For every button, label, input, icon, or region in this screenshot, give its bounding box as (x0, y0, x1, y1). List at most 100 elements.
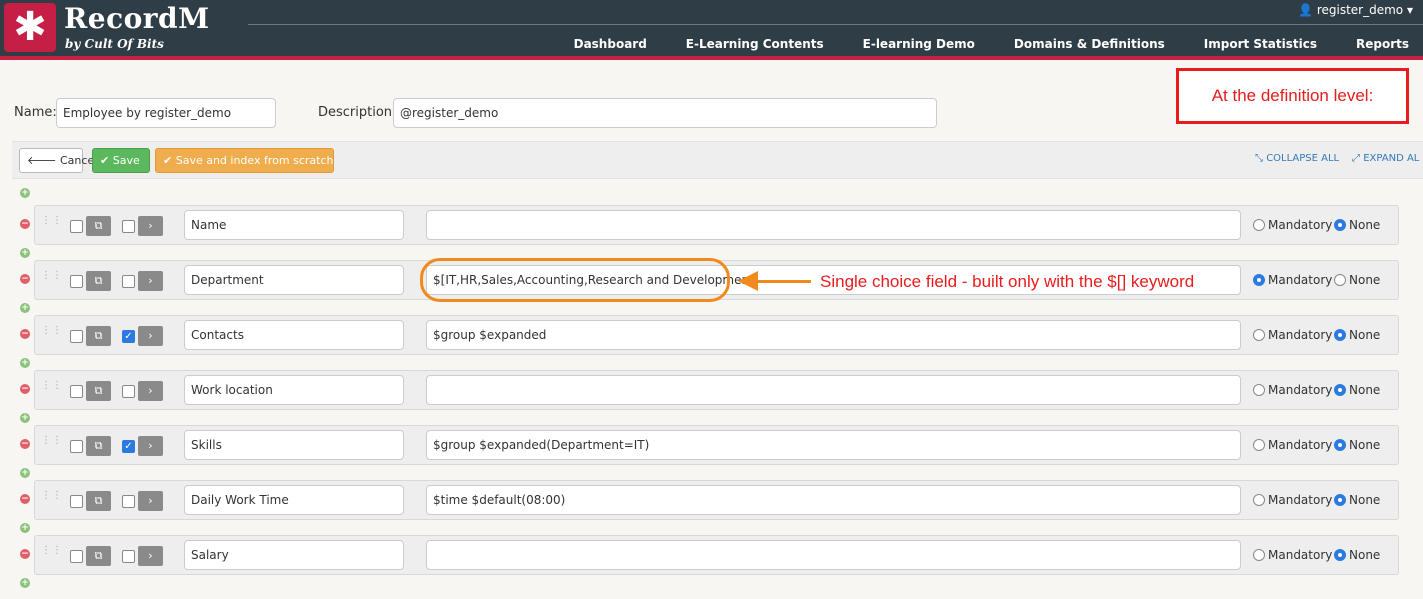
expand-checkbox[interactable] (122, 385, 135, 398)
add-field-icon[interactable]: + (20, 578, 30, 588)
mandatory-radio[interactable] (1253, 494, 1265, 506)
nav-elearning-demo[interactable]: E-learning Demo (863, 37, 975, 51)
nav-domains-definitions[interactable]: Domains & Definitions (1014, 37, 1165, 51)
drag-handle-icon[interactable]: ⋮⋮ (41, 216, 62, 232)
expand-checkbox[interactable] (122, 550, 135, 563)
expand-all-link[interactable]: ⤢ EXPAND AL (1352, 153, 1419, 164)
remove-field-icon[interactable]: − (20, 439, 30, 449)
field-definition-input[interactable] (426, 540, 1241, 570)
duplicate-button[interactable]: ⧉ (86, 491, 111, 511)
main-nav: Dashboard E-Learning Contents E-learning… (535, 37, 1409, 51)
add-field-icon[interactable]: + (20, 358, 30, 368)
remove-field-icon[interactable]: − (20, 384, 30, 394)
add-field-icon[interactable]: + (20, 468, 30, 478)
header-divider (248, 24, 1423, 25)
save-button[interactable]: ✔ Save (92, 148, 150, 173)
mandatory-radio[interactable] (1253, 439, 1265, 451)
expand-field-button[interactable]: › (138, 216, 163, 236)
field-definition-input[interactable]: $group $expanded(Department=IT) (426, 430, 1241, 460)
none-radio[interactable] (1334, 549, 1346, 561)
drag-handle-icon[interactable]: ⋮⋮ (41, 546, 62, 562)
field-name-input[interactable]: Contacts (184, 320, 404, 350)
field-definition-input[interactable] (426, 375, 1241, 405)
expand-field-button[interactable]: › (138, 436, 163, 456)
nav-dashboard[interactable]: Dashboard (574, 37, 647, 51)
drag-handle-icon[interactable]: ⋮⋮ (41, 271, 62, 287)
field-definition-input[interactable] (426, 210, 1241, 240)
none-radio[interactable] (1334, 329, 1346, 341)
check-icon: ✔ (163, 154, 173, 167)
field-name-input[interactable]: Name (184, 210, 404, 240)
duplicate-button[interactable]: ⧉ (86, 271, 111, 291)
expand-field-button[interactable]: › (138, 491, 163, 511)
expand-checkbox[interactable] (122, 220, 135, 233)
expand-field-button[interactable]: › (138, 381, 163, 401)
nav-elearning-contents[interactable]: E-Learning Contents (686, 37, 824, 51)
select-checkbox[interactable] (70, 220, 83, 233)
drag-handle-icon[interactable]: ⋮⋮ (41, 491, 62, 507)
none-radio[interactable] (1334, 494, 1346, 506)
drag-handle-icon[interactable]: ⋮⋮ (41, 381, 62, 397)
none-radio[interactable] (1334, 219, 1346, 231)
none-radio[interactable] (1334, 439, 1346, 451)
cancel-button[interactable]: 🡐 Cancel (19, 148, 97, 173)
expand-checkbox[interactable]: ✓ (122, 440, 135, 453)
select-checkbox[interactable] (70, 440, 83, 453)
expand-icon: ⤢ (1352, 153, 1360, 164)
expand-field-button[interactable]: › (138, 326, 163, 346)
drag-handle-icon[interactable]: ⋮⋮ (41, 436, 62, 452)
none-radio[interactable] (1334, 274, 1346, 286)
select-checkbox[interactable] (70, 330, 83, 343)
field-name-input[interactable]: Work location (184, 375, 404, 405)
add-field-icon[interactable]: + (20, 188, 30, 198)
mandatory-radio[interactable] (1253, 384, 1265, 396)
save-and-index-button[interactable]: ✔ Save and index from scratch (155, 148, 334, 173)
remove-field-icon[interactable]: − (20, 274, 30, 284)
drag-handle-icon[interactable]: ⋮⋮ (41, 326, 62, 342)
field-definition-input[interactable]: $group $expanded (426, 320, 1241, 350)
mandatory-radio[interactable] (1253, 329, 1265, 341)
field-name-input[interactable]: Salary (184, 540, 404, 570)
field-definition-input[interactable]: $time $default(08:00) (426, 485, 1241, 515)
remove-field-icon[interactable]: − (20, 329, 30, 339)
mandatory-radio[interactable] (1253, 274, 1265, 286)
annotation-single-choice: Single choice field - built only with th… (820, 272, 1195, 291)
description-input[interactable]: @register_demo (393, 98, 937, 128)
name-input[interactable]: Employee by register_demo (56, 98, 276, 128)
none-label: None (1349, 328, 1381, 342)
remove-field-icon[interactable]: − (20, 494, 30, 504)
none-radio[interactable] (1334, 384, 1346, 396)
duplicate-button[interactable]: ⧉ (86, 381, 111, 401)
add-field-icon[interactable]: + (20, 523, 30, 533)
app-logo[interactable]: ✱ (4, 3, 56, 52)
annotation-arrow-line (755, 280, 811, 283)
user-menu[interactable]: 👤 register_demo ▾ (1298, 3, 1413, 17)
collapse-all-link[interactable]: ⤡ COLLAPSE ALL (1255, 153, 1339, 164)
select-checkbox[interactable] (70, 550, 83, 563)
mandatory-radio[interactable] (1253, 219, 1265, 231)
add-field-icon[interactable]: + (20, 248, 30, 258)
expand-field-button[interactable]: › (138, 546, 163, 566)
remove-field-icon[interactable]: − (20, 549, 30, 559)
select-checkbox[interactable] (70, 385, 83, 398)
select-checkbox[interactable] (70, 495, 83, 508)
add-field-icon[interactable]: + (20, 303, 30, 313)
mandatory-radio[interactable] (1253, 549, 1265, 561)
expand-checkbox[interactable]: ✓ (122, 330, 135, 343)
duplicate-button[interactable]: ⧉ (86, 546, 111, 566)
field-name-input[interactable]: Daily Work Time (184, 485, 404, 515)
field-name-input[interactable]: Skills (184, 430, 404, 460)
select-checkbox[interactable] (70, 275, 83, 288)
duplicate-button[interactable]: ⧉ (86, 216, 111, 236)
none-label: None (1349, 273, 1381, 287)
nav-reports[interactable]: Reports (1356, 37, 1409, 51)
duplicate-button[interactable]: ⧉ (86, 436, 111, 456)
add-field-icon[interactable]: + (20, 413, 30, 423)
expand-checkbox[interactable] (122, 275, 135, 288)
remove-field-icon[interactable]: − (20, 219, 30, 229)
expand-checkbox[interactable] (122, 495, 135, 508)
nav-import-statistics[interactable]: Import Statistics (1204, 37, 1317, 51)
expand-field-button[interactable]: › (138, 271, 163, 291)
field-name-input[interactable]: Department (184, 265, 404, 295)
duplicate-button[interactable]: ⧉ (86, 326, 111, 346)
